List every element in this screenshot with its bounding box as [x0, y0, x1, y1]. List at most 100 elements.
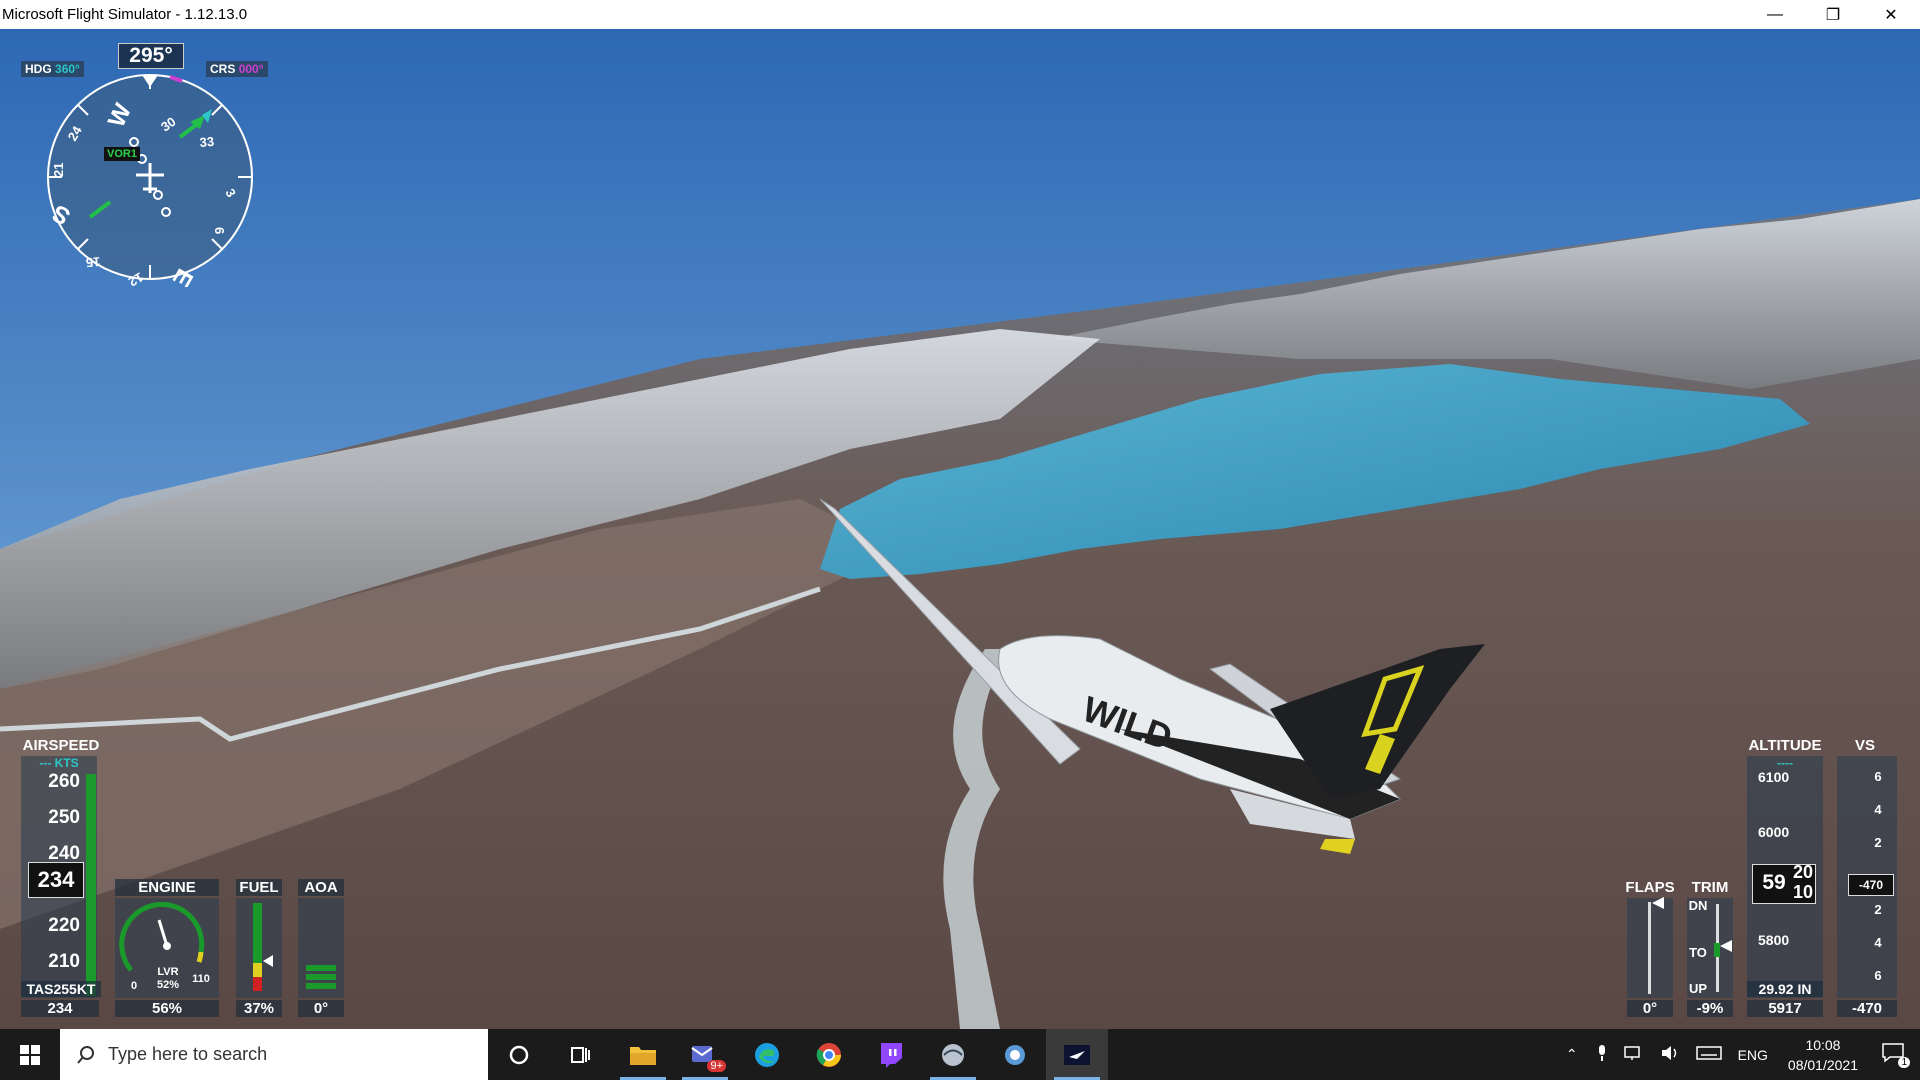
- mail-button[interactable]: 9+: [674, 1029, 736, 1080]
- flight-simulator-button[interactable]: [1046, 1029, 1108, 1080]
- engine-bottom-value: 56%: [115, 1000, 219, 1017]
- altitude-current-roll-a: 20: [1792, 862, 1814, 882]
- fuel-title: FUEL: [236, 879, 282, 896]
- fuel-pointer: [263, 955, 273, 967]
- network-app-icon: [1005, 1044, 1025, 1065]
- altitude-selected[interactable]: ----: [1747, 756, 1823, 770]
- engine-scale-min: 0: [130, 980, 138, 992]
- task-view-icon: [571, 1046, 590, 1063]
- nav-source-badge[interactable]: VOR1: [104, 147, 140, 161]
- altitude-tick: 6000: [1758, 824, 1790, 840]
- aoa-bottom-value: 0°: [298, 1000, 344, 1017]
- close-button[interactable]: ✕: [1862, 0, 1920, 29]
- svg-text:21: 21: [51, 163, 66, 177]
- windows-logo-icon: [20, 1044, 40, 1065]
- aoa-bar: [306, 974, 336, 980]
- altitude-title: ALTITUDE: [1748, 737, 1822, 754]
- aoa-bar: [306, 965, 336, 971]
- vs-tick: 4: [1874, 935, 1882, 950]
- airspeed-tick: 210: [48, 951, 80, 972]
- vs-tick: 6: [1874, 968, 1882, 983]
- task-view-button[interactable]: [550, 1029, 612, 1080]
- altitude-bottom-value: 5917: [1747, 1000, 1823, 1017]
- keyboard-icon[interactable]: [1695, 1045, 1722, 1064]
- twitch-button[interactable]: [860, 1029, 922, 1080]
- vs-tick: 2: [1874, 902, 1882, 917]
- language-indicator[interactable]: ENG: [1738, 1047, 1768, 1063]
- svg-text:33: 33: [199, 134, 215, 150]
- chevron-up-icon[interactable]: ⌃: [1566, 1046, 1578, 1063]
- window-title: Microsoft Flight Simulator - 1.12.13.0: [2, 6, 248, 23]
- trim-up-label: UP: [1688, 981, 1708, 996]
- flaps-track: [1648, 902, 1651, 994]
- aoa-title: AOA: [298, 879, 344, 896]
- globe-icon: [942, 1043, 964, 1066]
- microphone-icon[interactable]: [1596, 1044, 1608, 1065]
- clock-time: 10:08: [1805, 1036, 1841, 1053]
- taskbar-search[interactable]: Type here to search: [60, 1029, 488, 1080]
- airspeed-green-band: [86, 774, 96, 996]
- chrome-icon: [816, 1042, 841, 1067]
- engine-lever-label: LVR: [157, 966, 179, 978]
- app-button-globe[interactable]: [922, 1029, 984, 1080]
- start-button[interactable]: [0, 1029, 60, 1080]
- clock-date: 08/01/2021: [1787, 1056, 1858, 1073]
- svg-text:15: 15: [85, 254, 101, 270]
- cortana-button[interactable]: [488, 1029, 550, 1080]
- trim-pointer: [1720, 940, 1732, 952]
- vs-tick: 2: [1874, 835, 1882, 850]
- vs-tick: 4: [1874, 802, 1882, 817]
- vs-bottom-value: -470: [1837, 1000, 1897, 1017]
- airspeed-tas: TAS255KT: [21, 981, 101, 997]
- search-icon: [77, 1045, 94, 1064]
- chrome-button[interactable]: [798, 1029, 860, 1080]
- svg-text:6: 6: [212, 227, 227, 234]
- fuel-bottom-value: 37%: [236, 1000, 282, 1017]
- restore-button[interactable]: ❐: [1804, 0, 1862, 29]
- fuel-bar-yellow: [253, 963, 262, 977]
- vs-current: -470: [1848, 874, 1894, 896]
- airspeed-unit: --- KTS: [39, 756, 79, 770]
- flaps-pointer: [1652, 897, 1664, 909]
- minimize-button[interactable]: —: [1746, 0, 1804, 29]
- trim-dn-label: DN: [1688, 898, 1708, 913]
- system-tray: ⌃ ENG 10:08 08/01/2021 1: [1556, 1029, 1920, 1080]
- trim-title: TRIM: [1691, 879, 1729, 896]
- mail-badge: 9+: [707, 1060, 726, 1072]
- edge-button[interactable]: [736, 1029, 798, 1080]
- clock[interactable]: 10:08 08/01/2021: [1788, 1035, 1858, 1075]
- volume-icon[interactable]: [1660, 1045, 1680, 1064]
- flight-simulator-icon: [1064, 1044, 1090, 1065]
- aoa-bar: [306, 983, 336, 989]
- engine-scale-max: 110: [192, 973, 210, 985]
- notifications-button[interactable]: 1: [1882, 1043, 1910, 1068]
- flaps-bottom-value: 0°: [1627, 1000, 1673, 1017]
- altitude-tick: 5800: [1758, 932, 1790, 948]
- notification-count: 1: [1898, 1057, 1910, 1068]
- file-explorer-button[interactable]: [612, 1029, 674, 1080]
- airspeed-title: AIRSPEED: [22, 737, 100, 754]
- altitude-current-roll-b: 10: [1792, 882, 1814, 902]
- cortana-icon: [509, 1045, 529, 1064]
- folder-icon: [630, 1046, 656, 1065]
- airspeed-tick: 260: [48, 771, 80, 792]
- altitude-baro[interactable]: 29.92 IN: [1747, 981, 1823, 997]
- taskbar: Type here to search 9+ ⌃ ENG 10:08 08/01…: [0, 1029, 1920, 1080]
- fuel-bar-green: [253, 903, 262, 963]
- airspeed-tick: 250: [48, 807, 80, 828]
- fuel-bar-red: [253, 977, 262, 991]
- airspeed-bottom-value: 234: [21, 1000, 99, 1017]
- airspeed-current-box: 234: [28, 862, 84, 898]
- airspeed-tick: 220: [48, 915, 80, 936]
- search-placeholder: Type here to search: [108, 1044, 268, 1064]
- flaps-title: FLAPS: [1625, 879, 1675, 896]
- network-icon[interactable]: [1623, 1045, 1644, 1064]
- trim-to-label: TO: [1689, 945, 1707, 960]
- trim-bottom-value: -9%: [1687, 1000, 1733, 1017]
- engine-title: ENGINE: [115, 879, 219, 896]
- heading-readout: 295°: [118, 43, 184, 69]
- flight-scene[interactable]: WILD 295° HDG 360° CRS 000° W 30 33 3 6 …: [0, 29, 1920, 1029]
- twitch-icon: [881, 1042, 902, 1068]
- window-title-bar: Microsoft Flight Simulator - 1.12.13.0 —…: [0, 0, 1920, 29]
- app-button-network[interactable]: [984, 1029, 1046, 1080]
